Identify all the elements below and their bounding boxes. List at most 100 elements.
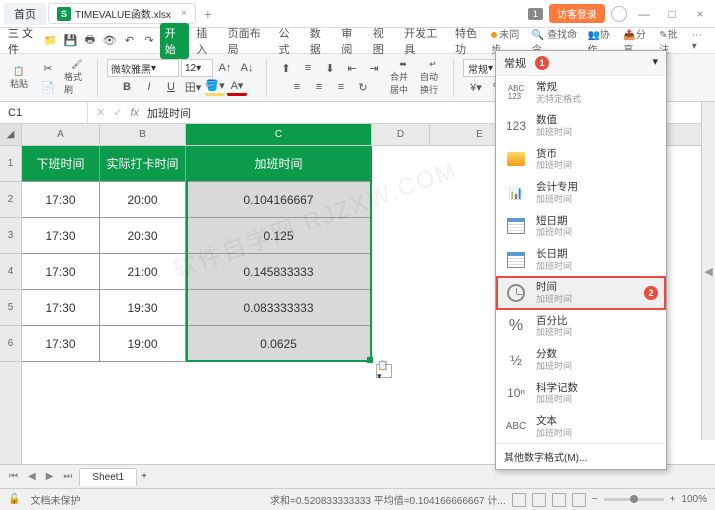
zoom-out-icon[interactable]: −: [592, 494, 598, 505]
row-header[interactable]: 2: [0, 182, 21, 218]
zoom-in-icon[interactable]: +: [670, 494, 676, 505]
row-header[interactable]: 3: [0, 218, 21, 254]
format-general[interactable]: ABC123常规无特定格式: [496, 76, 666, 109]
bold-icon[interactable]: B: [117, 78, 137, 96]
view-reader-icon[interactable]: [572, 493, 586, 507]
col-header[interactable]: B: [100, 124, 186, 145]
currency-icon[interactable]: ¥▾: [466, 78, 486, 96]
menu-data[interactable]: 数据: [305, 23, 334, 59]
format-text[interactable]: ABC文本加班时间: [496, 410, 666, 443]
cell[interactable]: 17:30: [22, 254, 100, 290]
name-box[interactable]: C1: [0, 102, 88, 123]
cell[interactable]: 0.083333333: [186, 290, 372, 326]
format-more[interactable]: 其他数字格式(M)...: [496, 443, 666, 469]
sheet-nav-last[interactable]: ⏭: [60, 471, 75, 482]
menu-review[interactable]: 审阅: [336, 23, 365, 59]
tab-add[interactable]: +: [196, 4, 220, 24]
fx-cancel-icon[interactable]: ✕: [96, 106, 105, 119]
align-left-icon[interactable]: ≡: [287, 78, 307, 96]
view-page-icon[interactable]: [532, 493, 546, 507]
border-icon[interactable]: 田▾: [183, 78, 203, 96]
format-number[interactable]: 123数值加班时间: [496, 109, 666, 142]
select-all-corner[interactable]: ◢: [0, 124, 21, 146]
format-fraction[interactable]: ½分数加班时间: [496, 343, 666, 376]
zoom-value[interactable]: 100%: [681, 494, 707, 505]
cell[interactable]: 17:30: [22, 182, 100, 218]
cell[interactable]: 下班时间: [22, 146, 100, 182]
sheet-add[interactable]: +: [141, 471, 147, 482]
menu-insert[interactable]: 插入: [191, 23, 220, 59]
merge-button[interactable]: ⬌合并居中: [390, 58, 416, 98]
side-panel-toggle[interactable]: ◀: [701, 102, 715, 440]
cell[interactable]: 加班时间: [186, 146, 372, 182]
cell[interactable]: 实际打卡时间: [100, 146, 186, 182]
row-header[interactable]: 5: [0, 290, 21, 326]
menu-dev[interactable]: 开发工具: [399, 23, 448, 59]
col-header[interactable]: A: [22, 124, 100, 145]
col-header[interactable]: D: [372, 124, 430, 145]
view-break-icon[interactable]: [552, 493, 566, 507]
italic-icon[interactable]: I: [139, 78, 159, 96]
cell[interactable]: 0.125: [186, 218, 372, 254]
sheet-nav-first[interactable]: ⏮: [6, 471, 21, 482]
menu-special[interactable]: 特色功: [450, 23, 489, 59]
cut-icon[interactable]: ✂: [38, 59, 58, 77]
sheet-tab[interactable]: Sheet1: [79, 468, 137, 486]
fx-icon[interactable]: fx: [130, 107, 139, 119]
font-color-icon[interactable]: A▾: [227, 78, 247, 96]
font-select[interactable]: 微软雅黑 ▾: [107, 59, 179, 77]
text-dir-icon[interactable]: ↻: [353, 78, 373, 96]
row-header[interactable]: 1: [0, 146, 21, 182]
format-brush[interactable]: 🖌格式刷: [64, 58, 90, 98]
format-percent[interactable]: %百分比加班时间: [496, 310, 666, 343]
cell[interactable]: 0.0625: [186, 326, 372, 362]
sheet-nav-next[interactable]: ▶: [43, 471, 57, 482]
format-time[interactable]: 时间加班时间2: [496, 276, 666, 309]
format-accounting[interactable]: 📊会计专用加班时间: [496, 176, 666, 209]
cell[interactable]: 19:30: [100, 290, 186, 326]
print-icon[interactable]: 🖶: [81, 32, 99, 50]
align-mid-icon[interactable]: ≡: [298, 59, 318, 77]
indent-inc-icon[interactable]: ⇥: [364, 59, 384, 77]
underline-icon[interactable]: U: [161, 78, 181, 96]
minimize-button[interactable]: —: [633, 7, 655, 21]
align-right-icon[interactable]: ≡: [331, 78, 351, 96]
row-header[interactable]: 6: [0, 326, 21, 362]
menu-more[interactable]: ⋯ ▾: [692, 30, 707, 52]
menu-view[interactable]: 视图: [368, 23, 397, 59]
cell[interactable]: 20:30: [100, 218, 186, 254]
copy-icon[interactable]: 📄: [38, 78, 58, 96]
redo-icon[interactable]: ↷: [140, 32, 158, 50]
file-menu[interactable]: 三 文件: [8, 25, 40, 57]
indent-dec-icon[interactable]: ⇤: [342, 59, 362, 77]
cell[interactable]: 0.104166667: [186, 182, 372, 218]
tab-home[interactable]: 首页: [4, 3, 46, 25]
login-button[interactable]: 访客登录: [549, 4, 605, 23]
dec-font-icon[interactable]: A↓: [237, 59, 257, 77]
cell[interactable]: 0.145833333: [186, 254, 372, 290]
undo-icon[interactable]: ↶: [120, 32, 138, 50]
cell[interactable]: 17:30: [22, 218, 100, 254]
close-button[interactable]: ×: [689, 7, 711, 21]
paste-button[interactable]: 📋粘贴: [6, 58, 32, 98]
menu-formula[interactable]: 公式: [273, 23, 302, 59]
align-bot-icon[interactable]: ⬇: [320, 59, 340, 77]
tab-file[interactable]: S TIMEVALUE函数.xlsx ×: [48, 3, 196, 24]
cell[interactable]: 20:00: [100, 182, 186, 218]
row-header[interactable]: 4: [0, 254, 21, 290]
cell[interactable]: 17:30: [22, 290, 100, 326]
fill-icon[interactable]: 🪣▾: [205, 78, 225, 96]
size-select[interactable]: 12 ▾: [181, 59, 213, 77]
fx-accept-icon[interactable]: ✓: [113, 106, 122, 119]
inc-font-icon[interactable]: A↑: [215, 59, 235, 77]
format-short-date[interactable]: 短日期加班时间: [496, 210, 666, 243]
save-icon[interactable]: 💾: [62, 32, 80, 50]
cell[interactable]: 19:00: [100, 326, 186, 362]
maximize-button[interactable]: □: [661, 7, 683, 21]
menu-start[interactable]: 开始: [160, 23, 189, 59]
cell[interactable]: 21:00: [100, 254, 186, 290]
open-icon[interactable]: 📁: [42, 32, 60, 50]
avatar-icon[interactable]: [611, 6, 627, 22]
format-scientific[interactable]: 10ⁿ科学记数加班时间: [496, 377, 666, 410]
formula-bar[interactable]: 加班时间: [147, 105, 191, 121]
